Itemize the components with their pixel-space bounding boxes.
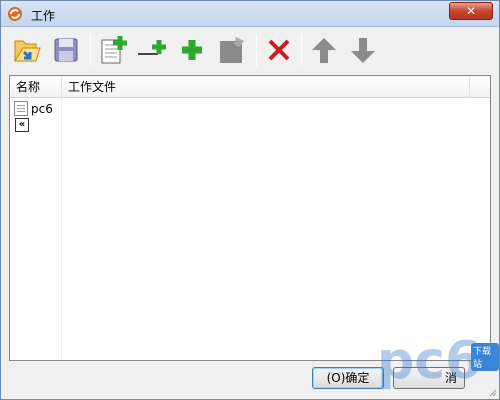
- add-icon: [182, 40, 202, 60]
- work-list[interactable]: 名称 工作文件 pc6 «: [9, 75, 491, 361]
- arrow-down-icon: [351, 38, 375, 63]
- toolbar-separator: [301, 34, 302, 66]
- list-header: 名称 工作文件: [10, 76, 490, 98]
- column-header-name[interactable]: 名称: [10, 76, 62, 98]
- add-line-button[interactable]: [134, 32, 170, 68]
- title-bar[interactable]: 工作 ✕: [1, 1, 499, 27]
- new-document-icon: [101, 36, 127, 64]
- dialog-window: 工作 ✕ 名称 工作文件 pc6 « (O)确定 消 pc6 下载站: [0, 0, 500, 400]
- delete-button[interactable]: [261, 32, 297, 68]
- add-line-icon: [138, 40, 166, 55]
- save-button[interactable]: [48, 32, 84, 68]
- list-item-name: pc6: [31, 101, 53, 116]
- move-up-button[interactable]: [306, 32, 342, 68]
- new-document-button[interactable]: [96, 32, 132, 68]
- toolbar-separator: [256, 34, 257, 66]
- document-icon: [14, 101, 28, 116]
- save-icon: [54, 38, 78, 62]
- open-button[interactable]: [10, 32, 46, 68]
- ok-button[interactable]: (O)确定: [312, 367, 384, 389]
- toolbar: [2, 28, 498, 72]
- column-header-work-file[interactable]: 工作文件: [62, 76, 470, 98]
- app-icon: [8, 7, 22, 21]
- window-title: 工作: [31, 9, 56, 23]
- edit-page-icon: [220, 37, 244, 63]
- watermark-logo: pc6: [377, 331, 482, 391]
- watermark: pc6 下载站: [377, 331, 499, 397]
- move-down-button[interactable]: [345, 32, 381, 68]
- add-button[interactable]: [174, 32, 210, 68]
- toolbar-separator: [90, 34, 91, 66]
- close-button[interactable]: ✕: [449, 2, 493, 20]
- folder-open-icon: [14, 40, 41, 62]
- resize-grip-icon[interactable]: [487, 387, 497, 397]
- column-divider: [61, 98, 62, 360]
- collapse-button[interactable]: «: [15, 118, 29, 132]
- close-icon: ✕: [465, 4, 477, 18]
- edit-button[interactable]: [213, 32, 249, 68]
- column-header-filler: [470, 76, 490, 98]
- delete-icon: [268, 39, 290, 61]
- watermark-tag: 下载站: [471, 343, 499, 371]
- list-item[interactable]: pc6: [14, 100, 53, 117]
- arrow-up-icon: [312, 38, 336, 63]
